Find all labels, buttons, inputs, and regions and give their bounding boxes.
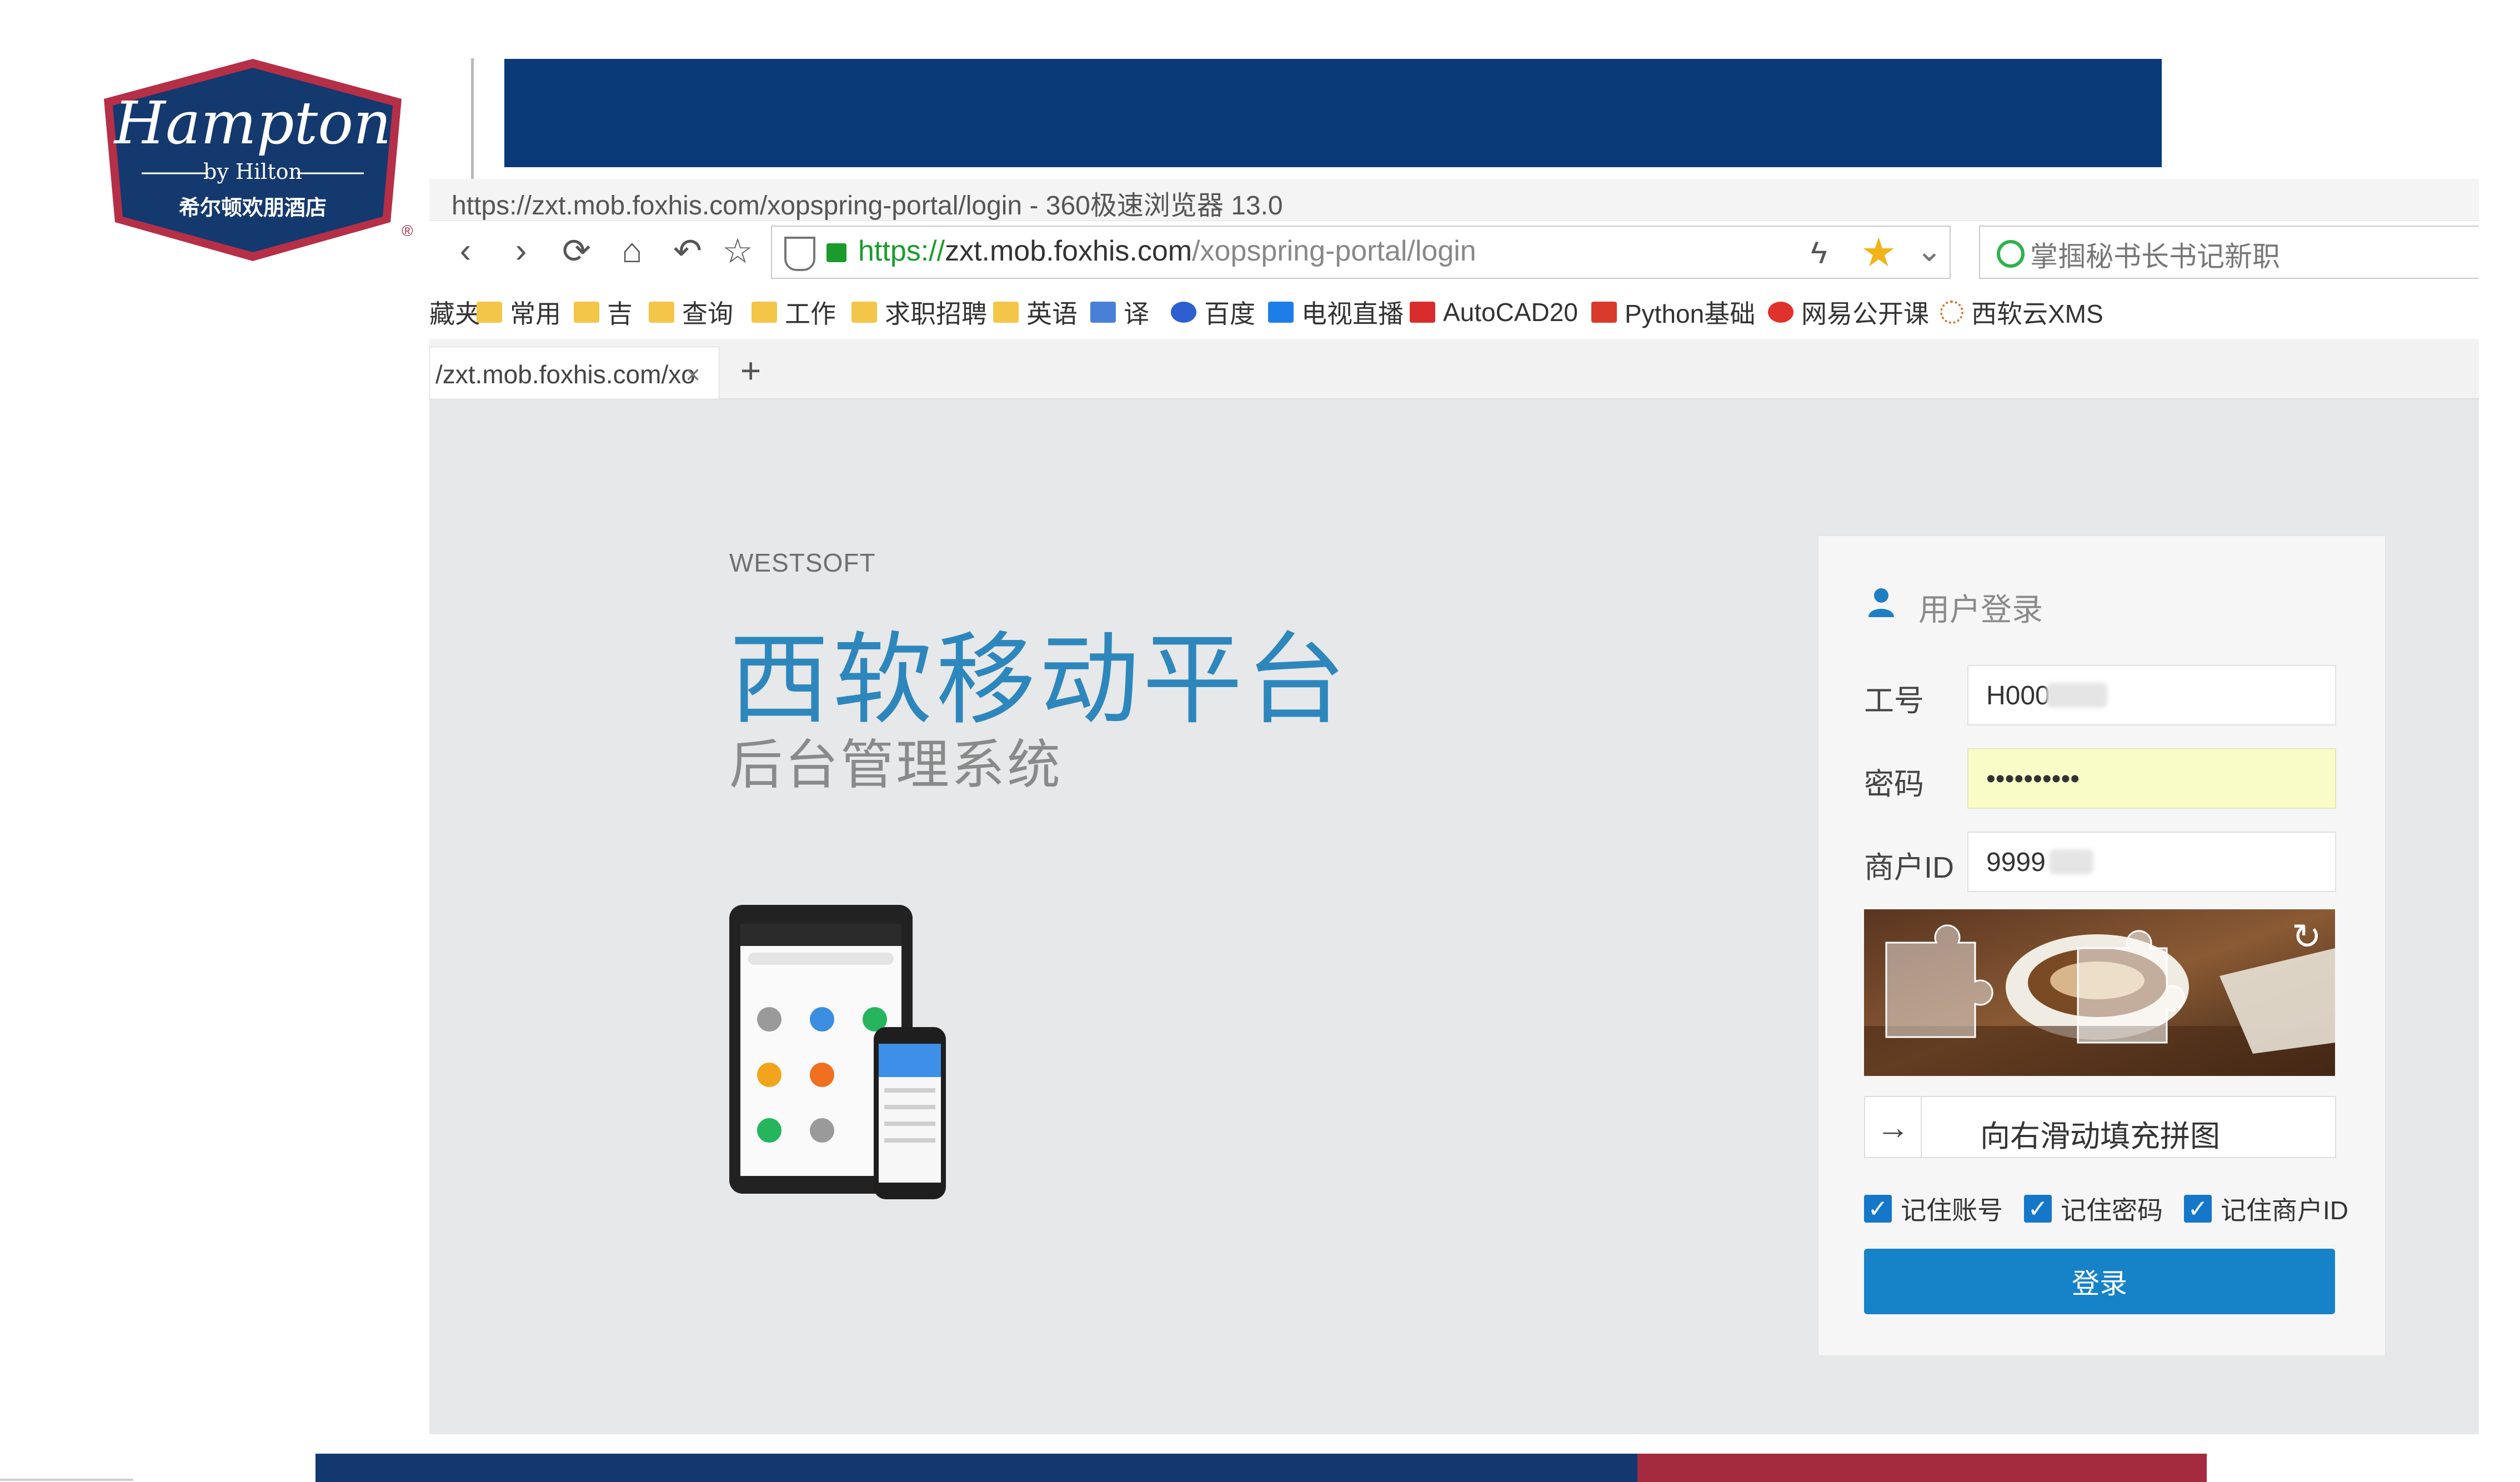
dropdown-icon[interactable]: ⌄ [1916,232,1942,269]
bookmark-item[interactable]: 常用 [477,296,561,329]
bookmarks-bar: 藏夹 常用 吉 查询 工作 求职招聘 英语 译 百度 电视直播 AutoCAD2… [429,283,2479,339]
logo-byline: by Hilton [203,159,302,184]
folder-icon [752,302,777,323]
forward-icon[interactable]: › [502,231,540,270]
browser-tab[interactable]: /zxt.mob.foxhis.com/xo × [429,347,719,399]
employee-id-value: H000 [1986,681,2050,710]
autocad-icon [1410,302,1435,323]
bookmark-item[interactable]: 求职招聘 [851,296,987,329]
shield-icon [784,237,815,271]
lock-icon [826,243,846,262]
bookmark-item[interactable]: 吉 [574,296,633,329]
bookmark-item[interactable]: 网易公开课 [1768,296,1929,329]
logo-brand: Hampton [113,89,392,157]
url-text: https://zxt.mob.foxhis.com/xopspring-por… [858,235,1476,267]
tv-icon [1268,302,1294,323]
browser-navbar: ‹ › ⟳ ⌂ ↶ ☆ https://zxt.mob.foxhis.com/x… [429,221,2479,282]
folder-icon [477,302,502,323]
refresh-icon[interactable]: ↻ [2292,916,2322,958]
netease-icon [1768,302,1793,323]
registered-mark: ® [402,222,413,239]
address-bar[interactable]: https://zxt.mob.foxhis.com/xopspring-por… [771,226,1951,279]
bookmark-item[interactable]: 译 [1090,296,1149,329]
reload-icon[interactable]: ⟳ [557,231,596,271]
checkmark-icon: ✓ [2024,1195,2052,1223]
login-page: WESTSOFT 西软移动平台 后台管理系统 用户登录 工号 H000 密码 •… [429,399,2479,1434]
browser-titlebar: https://zxt.mob.foxhis.com/xopspring-por… [429,179,2479,221]
bookmark-item[interactable]: Python基础 [1591,296,1755,329]
slider-instruction: 向右滑动填充拼图 [1980,1120,2220,1153]
folder-icon [993,302,1019,323]
c-logo-icon [1591,302,1617,323]
search-text: 掌掴秘书长书记新职 [2030,241,2280,272]
bookmark-item[interactable]: 英语 [993,296,1078,329]
search-box[interactable]: 掌掴秘书长书记新职 [1979,226,2479,279]
bookmark-item[interactable]: 电视直播 [1268,296,1404,329]
checkmark-icon: ✓ [2184,1195,2212,1223]
window-title: https://zxt.mob.foxhis.com/xopspring-por… [452,191,1283,221]
favorite-star-icon[interactable]: ★ [1861,229,1897,276]
bookmark-item[interactable]: 藏夹 [429,296,480,329]
top-banner [504,59,2162,167]
checkmark-icon: ✓ [1864,1195,1892,1223]
merchant-id-label: 商户ID [1864,851,1954,884]
merchant-id-input[interactable]: 9999 [1967,832,2336,892]
tab-label: /zxt.mob.foxhis.com/xo [435,360,695,389]
password-label: 密码 [1864,768,1924,801]
company-name: WESTSOFT [729,548,876,577]
translate-icon [1090,302,1116,323]
divider-line [471,58,474,197]
tab-strip: /zxt.mob.foxhis.com/xo × + [429,340,2479,399]
captcha-puzzle-image: ↻ [1864,909,2335,1076]
password-value: •••••••••• [1986,764,2080,794]
loading-dots-icon [1940,301,1963,324]
phone-image [874,1027,946,1199]
captcha-slider[interactable]: → 向右滑动填充拼图 [1864,1096,2336,1158]
home-icon[interactable]: ⌂ [613,231,652,270]
footer-bar-red [1637,1454,2207,1482]
bookmark-item[interactable]: 百度 [1171,296,1255,329]
close-tab-icon[interactable]: × [685,359,700,389]
footer-gray-line [0,1479,133,1481]
browser-screenshot: https://zxt.mob.foxhis.com/xopspring-por… [429,179,2479,1434]
employee-id-input[interactable]: H000 [1967,665,2336,725]
star-icon[interactable]: ☆ [718,231,757,271]
merchant-id-value: 9999 [1986,848,2046,877]
baidu-paw-icon [1171,302,1196,323]
folder-icon [574,302,599,323]
folder-icon [851,302,877,323]
hampton-logo: Hampton by Hilton 希尔顿欢朋酒店 ® [97,56,413,264]
footer-bar-blue [315,1454,1637,1482]
flash-icon[interactable]: ϟ [1811,234,1827,271]
bookmark-item[interactable]: 查询 [649,296,733,329]
back-icon[interactable]: ‹ [446,231,485,270]
login-heading: 用户登录 [1918,592,2043,627]
bookmark-item[interactable]: AutoCAD20 [1410,296,1578,329]
user-icon [1868,588,1894,617]
password-input[interactable]: •••••••••• [1967,748,2336,809]
login-panel: 用户登录 工号 H000 密码 •••••••••• 商户ID 9999 ↻ →… [1818,535,2386,1356]
undo-close-icon[interactable]: ↶ [668,231,707,271]
folder-icon [649,302,674,323]
employee-label: 工号 [1864,684,1924,718]
remember-account-checkbox[interactable]: ✓ 记住账号 [1864,1190,2003,1227]
new-tab-icon[interactable]: + [740,350,761,391]
remember-password-checkbox[interactable]: ✓ 记住密码 [2024,1190,2163,1227]
search-engine-icon [1997,240,2025,268]
bookmark-item[interactable]: 工作 [752,296,836,329]
platform-subtitle: 后台管理系统 [729,734,1063,796]
bookmark-item[interactable]: 西软云XMS [1940,296,2103,329]
login-button[interactable]: 登录 [1864,1249,2335,1314]
remember-merchant-checkbox[interactable]: ✓ 记住商户ID [2184,1190,2348,1227]
logo-chinese-name: 希尔顿欢朋酒店 [179,196,327,220]
